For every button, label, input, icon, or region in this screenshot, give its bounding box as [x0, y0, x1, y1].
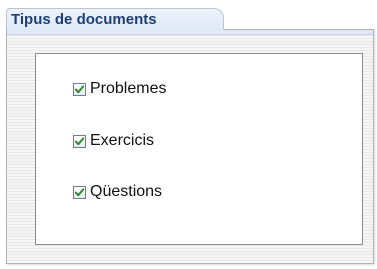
tab-document-types[interactable]: Tipus de documents: [6, 8, 224, 30]
checkbox-problemes[interactable]: [73, 82, 86, 96]
tab-label: Tipus de documents: [11, 11, 157, 28]
checkmark-icon: [74, 187, 85, 196]
document-types-panel: Tipus de documents Problemes Exercicis Q…: [0, 0, 377, 269]
option-label: Exercicis: [90, 132, 155, 149]
checkmark-icon: [74, 136, 85, 145]
option-questions[interactable]: Qüestions: [73, 182, 162, 202]
option-problemes[interactable]: Problemes: [73, 79, 166, 99]
option-label: Qüestions: [90, 183, 163, 200]
checkbox-exercicis[interactable]: [73, 134, 86, 148]
checkbox-questions[interactable]: [73, 185, 86, 199]
option-exercicis[interactable]: Exercicis: [73, 131, 154, 151]
panel-frame: Problemes Exercicis Qüestions: [6, 29, 374, 264]
option-label: Problemes: [90, 80, 167, 97]
panel-top-border: [7, 30, 373, 35]
checkmark-icon: [74, 84, 85, 93]
options-box: Problemes Exercicis Qüestions: [35, 53, 363, 245]
